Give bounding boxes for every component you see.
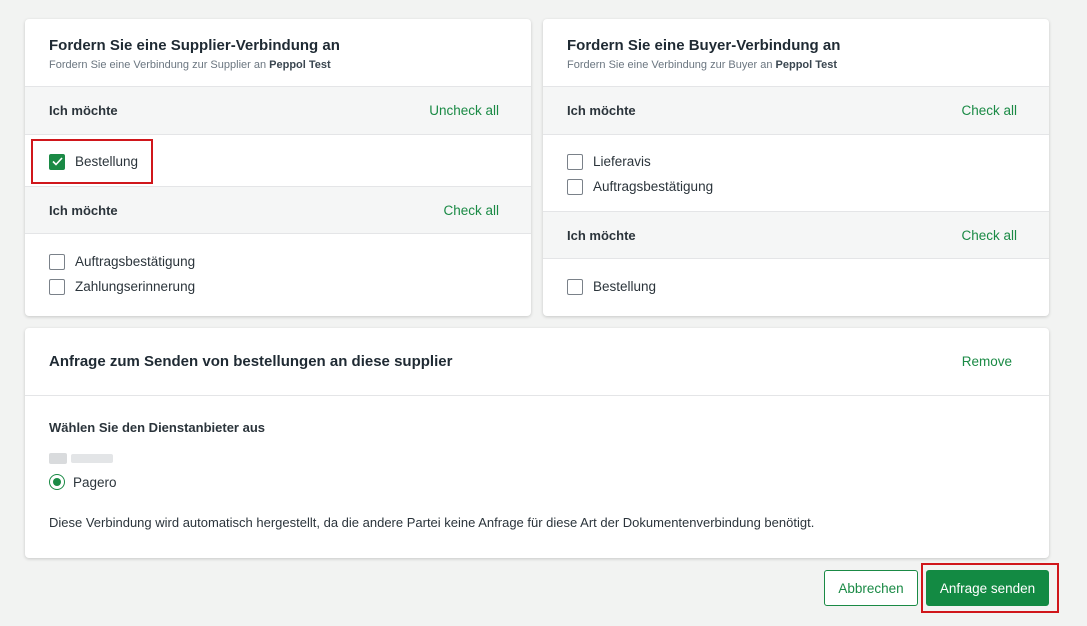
provider-radio-row[interactable]: Pagero <box>49 474 1025 490</box>
checkbox-label: Auftragsbestätigung <box>593 179 714 194</box>
checkbox-row-lieferavis[interactable]: Lieferavis <box>567 149 1025 174</box>
buyer-card-subtitle: Fordern Sie eine Verbindung zur Buyer an… <box>567 59 838 71</box>
request-card-header: Anfrage zum Senden von bestellungen an d… <box>25 328 1049 396</box>
supplier-card-title: Fordern Sie eine Supplier-Verbindung an <box>49 37 340 54</box>
supplier-card-header: Fordern Sie eine Supplier-Verbindung an … <box>25 19 531 87</box>
check-all-link[interactable]: Check all <box>961 228 1017 243</box>
checkbox-row-auftragsbestaetigung[interactable]: Auftragsbestätigung <box>567 174 1025 199</box>
request-card-title: Anfrage zum Senden von bestellungen an d… <box>49 353 453 370</box>
checkbox-row-bestellung[interactable]: Bestellung <box>567 274 1025 299</box>
send-request-button[interactable]: Anfrage senden <box>926 570 1049 606</box>
checkmark-icon <box>51 157 63 166</box>
checkbox-label: Bestellung <box>593 279 657 294</box>
buyer-card-title: Fordern Sie eine Buyer-Verbindung an <box>567 37 841 54</box>
checkbox-row-zahlungserinnerung[interactable]: Zahlungserinnerung <box>49 274 507 299</box>
buyer-section-2-header: Ich möchte Check all <box>543 211 1049 259</box>
checkbox-label: Auftragsbestätigung <box>75 254 196 269</box>
automatic-connection-note: Diese Verbindung wird automatisch herges… <box>49 515 815 530</box>
section-label: Ich möchte <box>49 103 118 118</box>
supplier-company-name: Peppol Test <box>269 59 331 71</box>
request-card-body: Wählen Sie den Dienstanbieter aus Pagero… <box>25 396 1049 530</box>
checkbox[interactable] <box>49 253 65 270</box>
buyer-card-header: Fordern Sie eine Buyer-Verbindung an For… <box>543 19 1049 87</box>
supplier-connection-card: Fordern Sie eine Supplier-Verbindung an … <box>25 19 531 316</box>
radio-selected[interactable] <box>49 474 65 490</box>
checkbox[interactable] <box>567 278 583 295</box>
check-all-link[interactable]: Check all <box>961 103 1017 118</box>
checkbox-label: Bestellung <box>75 154 139 169</box>
checkbox[interactable] <box>567 153 583 170</box>
checkbox[interactable] <box>49 278 65 295</box>
buyer-section-1-list: Lieferavis Auftragsbestätigung <box>543 135 1049 211</box>
checkbox[interactable] <box>567 178 583 195</box>
section-label: Ich möchte <box>567 103 636 118</box>
buyer-company-name: Peppol Test <box>775 59 838 71</box>
section-label: Ich möchte <box>567 227 636 243</box>
provider-option-label: Pagero <box>73 474 117 490</box>
checkbox-checked[interactable] <box>49 153 65 170</box>
blurred-provider-logo <box>49 452 1025 464</box>
buyer-section-1-header: Ich möchte Check all <box>543 87 1049 135</box>
supplier-section-2-list: Auftragsbestätigung Zahlungserinnerung <box>25 234 531 313</box>
section-label: Ich möchte <box>49 202 118 218</box>
buyer-connection-card: Fordern Sie eine Buyer-Verbindung an For… <box>543 19 1049 316</box>
supplier-section-1-list: Bestellung <box>25 135 531 186</box>
check-all-link[interactable]: Check all <box>443 203 499 218</box>
buyer-section-2-list: Bestellung <box>543 259 1049 313</box>
cancel-button[interactable]: Abbrechen <box>824 570 918 606</box>
supplier-card-subtitle: Fordern Sie eine Verbindung zur Supplier… <box>49 59 331 71</box>
provider-heading: Wählen Sie den Dienstanbieter aus <box>49 420 265 435</box>
checkbox-row-auftragsbestaetigung[interactable]: Auftragsbestätigung <box>49 249 507 274</box>
supplier-section-1-header: Ich möchte Uncheck all <box>25 87 531 135</box>
remove-link[interactable]: Remove <box>962 354 1012 369</box>
supplier-section-2-header: Ich möchte Check all <box>25 186 531 234</box>
checkbox-label: Lieferavis <box>593 154 651 169</box>
request-card: Anfrage zum Senden von bestellungen an d… <box>25 328 1049 558</box>
checkbox-label: Zahlungserinnerung <box>75 279 196 294</box>
uncheck-all-link[interactable]: Uncheck all <box>429 103 499 118</box>
checkbox-row-bestellung[interactable]: Bestellung <box>49 149 507 174</box>
